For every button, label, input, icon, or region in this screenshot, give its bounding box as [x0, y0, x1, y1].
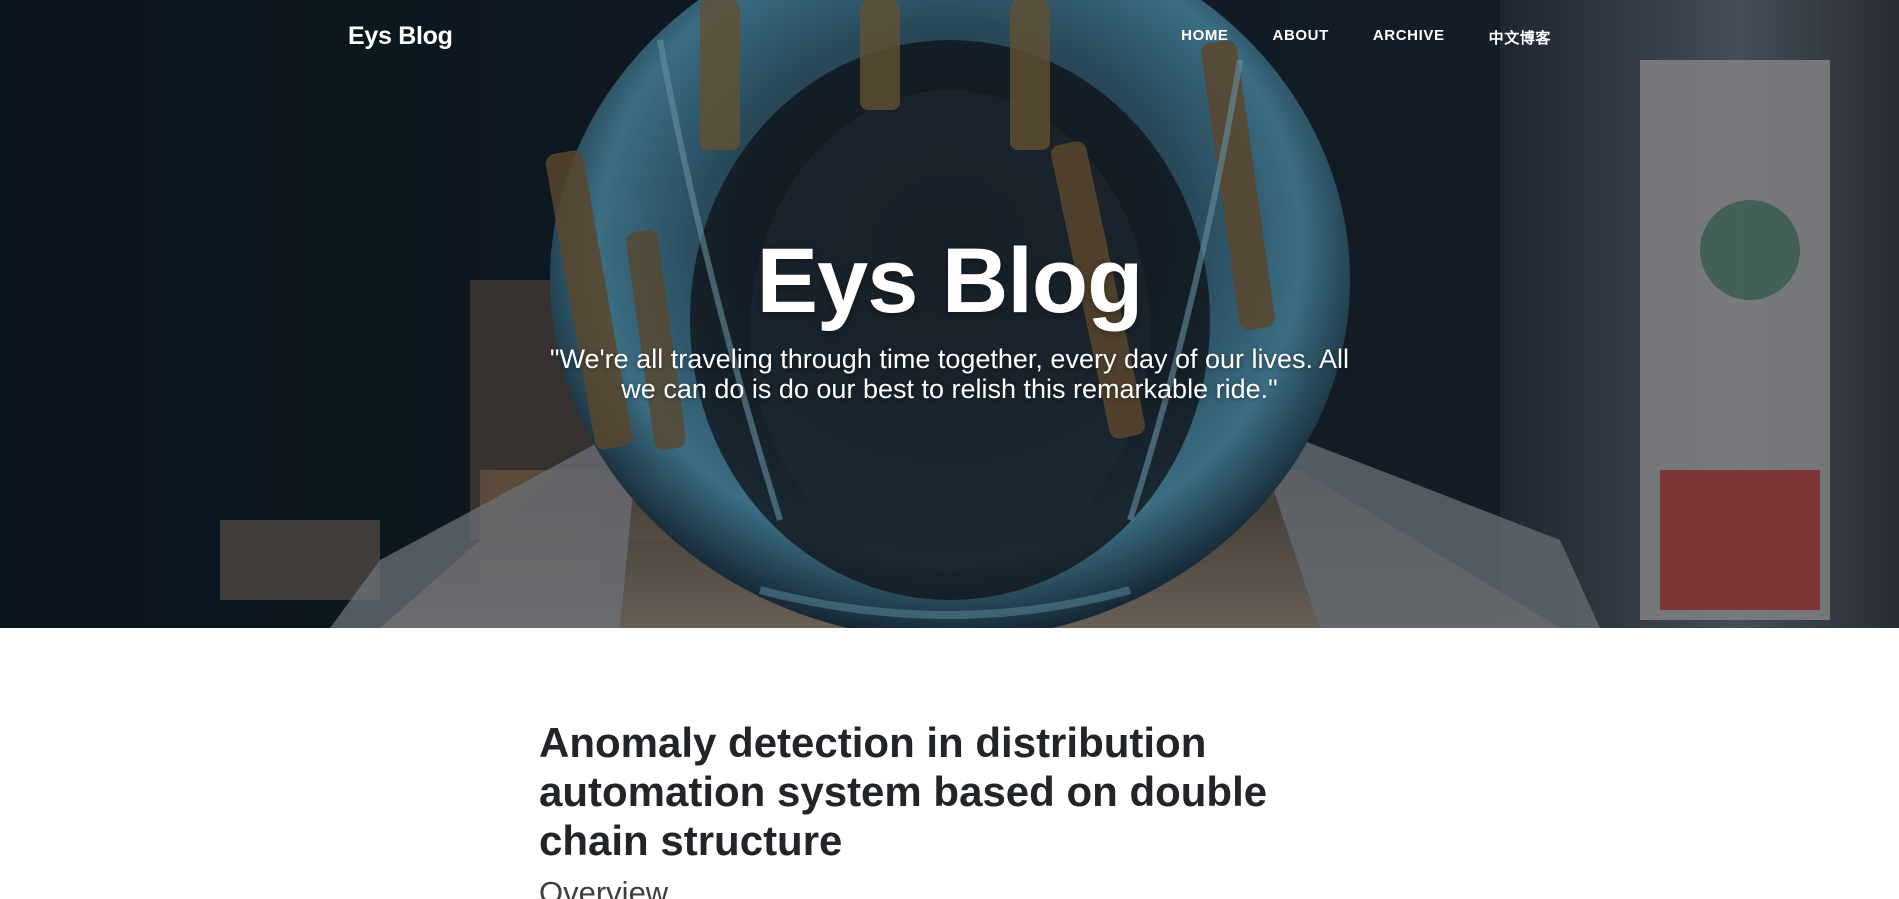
hero-header: Eys Blog HOME ABOUT ARCHIVE 中文博客 Eys Blo…	[0, 0, 1899, 628]
post-list: Anomaly detection in distribution automa…	[539, 718, 1359, 899]
post-title-link[interactable]: Anomaly detection in distribution automa…	[539, 718, 1359, 865]
page: Eys Blog HOME ABOUT ARCHIVE 中文博客 Eys Blo…	[0, 0, 1899, 899]
post-subtitle: Overview	[539, 875, 669, 899]
site-title: Eys Blog	[756, 230, 1144, 332]
site-heading: Eys Blog "We're all traveling through ti…	[0, 226, 1899, 404]
nav-links: HOME ABOUT ARCHIVE 中文博客	[1181, 27, 1551, 48]
main-nav: Eys Blog HOME ABOUT ARCHIVE 中文博客	[0, 0, 1899, 74]
nav-link-chinese-blog[interactable]: 中文博客	[1489, 27, 1551, 48]
brand-link[interactable]: Eys Blog	[348, 22, 453, 51]
nav-link-home[interactable]: HOME	[1181, 27, 1228, 48]
site-subtitle: "We're all traveling through time togeth…	[549, 344, 1350, 404]
post-preview: Anomaly detection in distribution automa…	[539, 718, 1359, 899]
nav-link-archive[interactable]: ARCHIVE	[1373, 27, 1445, 48]
nav-link-about[interactable]: ABOUT	[1273, 27, 1329, 48]
